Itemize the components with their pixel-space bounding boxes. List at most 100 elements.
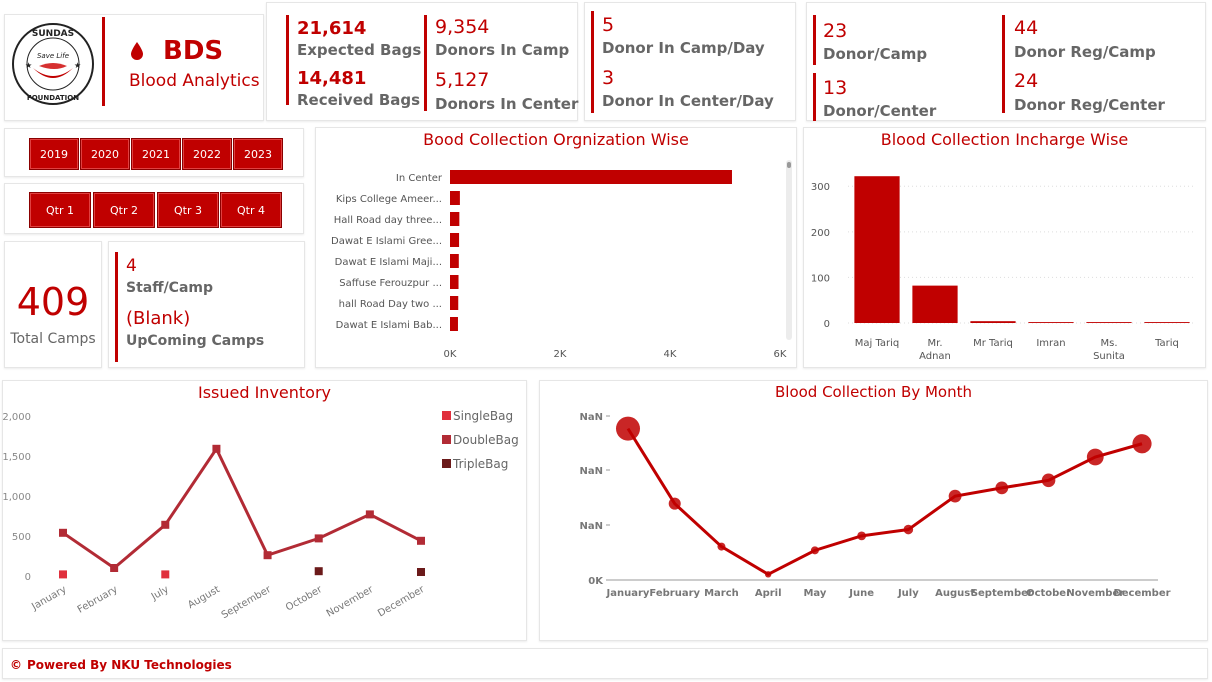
donor-center-day-label: Donor In Center/Day xyxy=(602,92,774,110)
donors-in-center-label: Donors In Center xyxy=(435,95,579,113)
incharge-category-label: Tariq xyxy=(1154,338,1179,349)
monthly-y-tick: NaN xyxy=(580,466,604,477)
org-category-label: Saffuse Ferouzpur ... xyxy=(339,278,442,289)
inventory-line-DoubleBag xyxy=(62,445,422,570)
svg-text:★: ★ xyxy=(25,61,32,70)
org-category-label: Hall Road day three... xyxy=(334,215,442,226)
monthly-point xyxy=(1041,473,1056,488)
inventory-y-tick: 1,000 xyxy=(3,492,31,503)
inventory-x-label: February xyxy=(76,584,120,616)
incharge-y-tick: 100 xyxy=(811,273,830,284)
brand-card: SUNDAS Save Life FOUNDATION ★ ★ BDS Bloo… xyxy=(4,14,264,121)
incharge-chart-card: Blood Collection Incharge Wise 0 100 200 30… xyxy=(803,127,1206,368)
org-category-label: Dawat E Islami Bab... xyxy=(336,320,442,331)
org-chart-scrollbar[interactable] xyxy=(786,160,792,340)
org-bar xyxy=(450,191,460,205)
inventory-x-label: October xyxy=(284,584,325,614)
year-button-2019[interactable]: 2019 xyxy=(29,138,79,170)
org-x-tick: 4K xyxy=(664,349,677,360)
monthly-point xyxy=(995,481,1009,495)
monthly-x-label: July xyxy=(897,588,919,599)
year-button-2023[interactable]: 2023 xyxy=(233,138,283,170)
inventory-chart-card: Issued Inventory 0 500 1,000 1,500 2,000 Janu… xyxy=(2,380,527,641)
monthly-x-label: September xyxy=(971,588,1033,599)
incharge-y-tick: 300 xyxy=(811,182,830,193)
expected-bags-value: 21,614 xyxy=(297,18,367,39)
expected-bags-label: Expected Bags xyxy=(297,41,422,59)
org-x-tick: 2K xyxy=(554,349,567,360)
donor-per-center-value: 13 xyxy=(823,77,848,99)
org-category-label: Dawat E Islami Gree... xyxy=(331,236,442,247)
inventory-x-label: January xyxy=(29,584,68,613)
year-button-2020[interactable]: 2020 xyxy=(80,138,130,170)
monthly-line xyxy=(626,427,1143,577)
inventory-point-TripleBag xyxy=(417,568,425,576)
monthly-point xyxy=(857,531,867,541)
donors-in-camp-label: Donors In Camp xyxy=(435,41,570,59)
inventory-x-label: August xyxy=(186,584,222,611)
inventory-y-tick: 1,500 xyxy=(3,452,31,463)
incharge-y-tick: 0 xyxy=(824,319,830,330)
sundas-logo: SUNDAS Save Life FOUNDATION ★ ★ xyxy=(12,23,94,105)
year-button-2021[interactable]: 2021 xyxy=(131,138,181,170)
inventory-y-tick: 500 xyxy=(12,532,31,543)
app-subtitle: Blood Analytics xyxy=(129,71,260,91)
svg-text:★: ★ xyxy=(74,61,81,70)
kpi-bags-card: 21,614 Expected Bags 14,481 Received Bag… xyxy=(266,2,578,121)
legend-marker-TripleBag xyxy=(442,459,451,468)
monthly-point xyxy=(616,416,640,441)
monthly-point xyxy=(717,542,726,551)
logo-text-mid: Save Life xyxy=(37,52,69,60)
monthly-point xyxy=(810,546,819,555)
inventory-x-label: December xyxy=(376,584,427,620)
monthly-x-label: October xyxy=(1026,588,1071,599)
monthly-y-tick: 0K xyxy=(588,576,604,587)
inventory-point-SingleBag xyxy=(59,570,67,579)
quarter-button-4[interactable]: Qtr 4 xyxy=(220,192,282,228)
org-bar xyxy=(450,170,732,184)
inventory-point-DoubleBag xyxy=(110,564,119,572)
incharge-chart: 0 100 200 300 Maj Tariq Mr. Adnan Mr Tariq Imran… xyxy=(811,176,1196,362)
monthly-x-label: March xyxy=(704,588,739,599)
total-camps-label: Total Camps xyxy=(10,331,96,347)
incharge-bar xyxy=(1028,322,1074,323)
received-bags-value: 14,481 xyxy=(297,68,367,89)
blood-drop-icon xyxy=(131,42,143,60)
incharge-y-tick: 200 xyxy=(811,228,830,239)
inventory-chart: 0 500 1,000 1,500 2,000 January February July Au… xyxy=(3,409,519,621)
incharge-category-label: Maj Tariq xyxy=(855,338,900,349)
kpi-ratio-card: 23 Donor/Camp 13 Donor/Center 44 Donor R… xyxy=(806,2,1206,121)
org-bar xyxy=(450,254,459,268)
incharge-bar xyxy=(970,321,1016,323)
donors-in-center-value: 5,127 xyxy=(435,69,490,91)
incharge-bar xyxy=(912,285,958,323)
org-category-label: Dawat E Islami Maji... xyxy=(335,257,442,268)
quarter-button-2[interactable]: Qtr 2 xyxy=(93,192,155,228)
incharge-category-label: Ms. Sunita xyxy=(1093,338,1125,362)
year-slicer: 2019 2020 2021 2022 2023 xyxy=(4,128,304,177)
inventory-point-DoubleBag xyxy=(161,520,170,529)
footer-text: Powered By NKU Technologies xyxy=(27,658,232,672)
monthly-point xyxy=(764,571,772,578)
org-chart-scrollbar-thumb[interactable] xyxy=(787,162,791,168)
copyright-icon: © xyxy=(10,658,22,672)
footer-bar: © Powered By NKU Technologies xyxy=(2,648,1208,679)
legend-marker-DoubleBag xyxy=(442,435,451,444)
legend-label-SingleBag: SingleBag xyxy=(453,409,513,423)
quarter-button-3[interactable]: Qtr 3 xyxy=(157,192,219,228)
monthly-point xyxy=(668,497,681,510)
reg-per-center-value: 24 xyxy=(1014,70,1039,92)
inventory-point-DoubleBag xyxy=(212,444,221,453)
org-bar xyxy=(450,296,459,310)
incharge-bar xyxy=(1144,322,1190,323)
org-category-label: In Center xyxy=(396,173,443,184)
monthly-x-label: December xyxy=(1113,588,1170,599)
monthly-point xyxy=(1086,448,1104,466)
reg-per-center-label: Donor Reg/Center xyxy=(1014,96,1165,114)
inventory-x-label: July xyxy=(149,584,171,603)
reg-per-camp-label: Donor Reg/Camp xyxy=(1014,43,1156,61)
quarter-button-1[interactable]: Qtr 1 xyxy=(29,192,91,228)
incharge-bar xyxy=(854,176,900,323)
donor-camp-day-label: Donor In Camp/Day xyxy=(602,39,765,57)
year-button-2022[interactable]: 2022 xyxy=(182,138,232,170)
